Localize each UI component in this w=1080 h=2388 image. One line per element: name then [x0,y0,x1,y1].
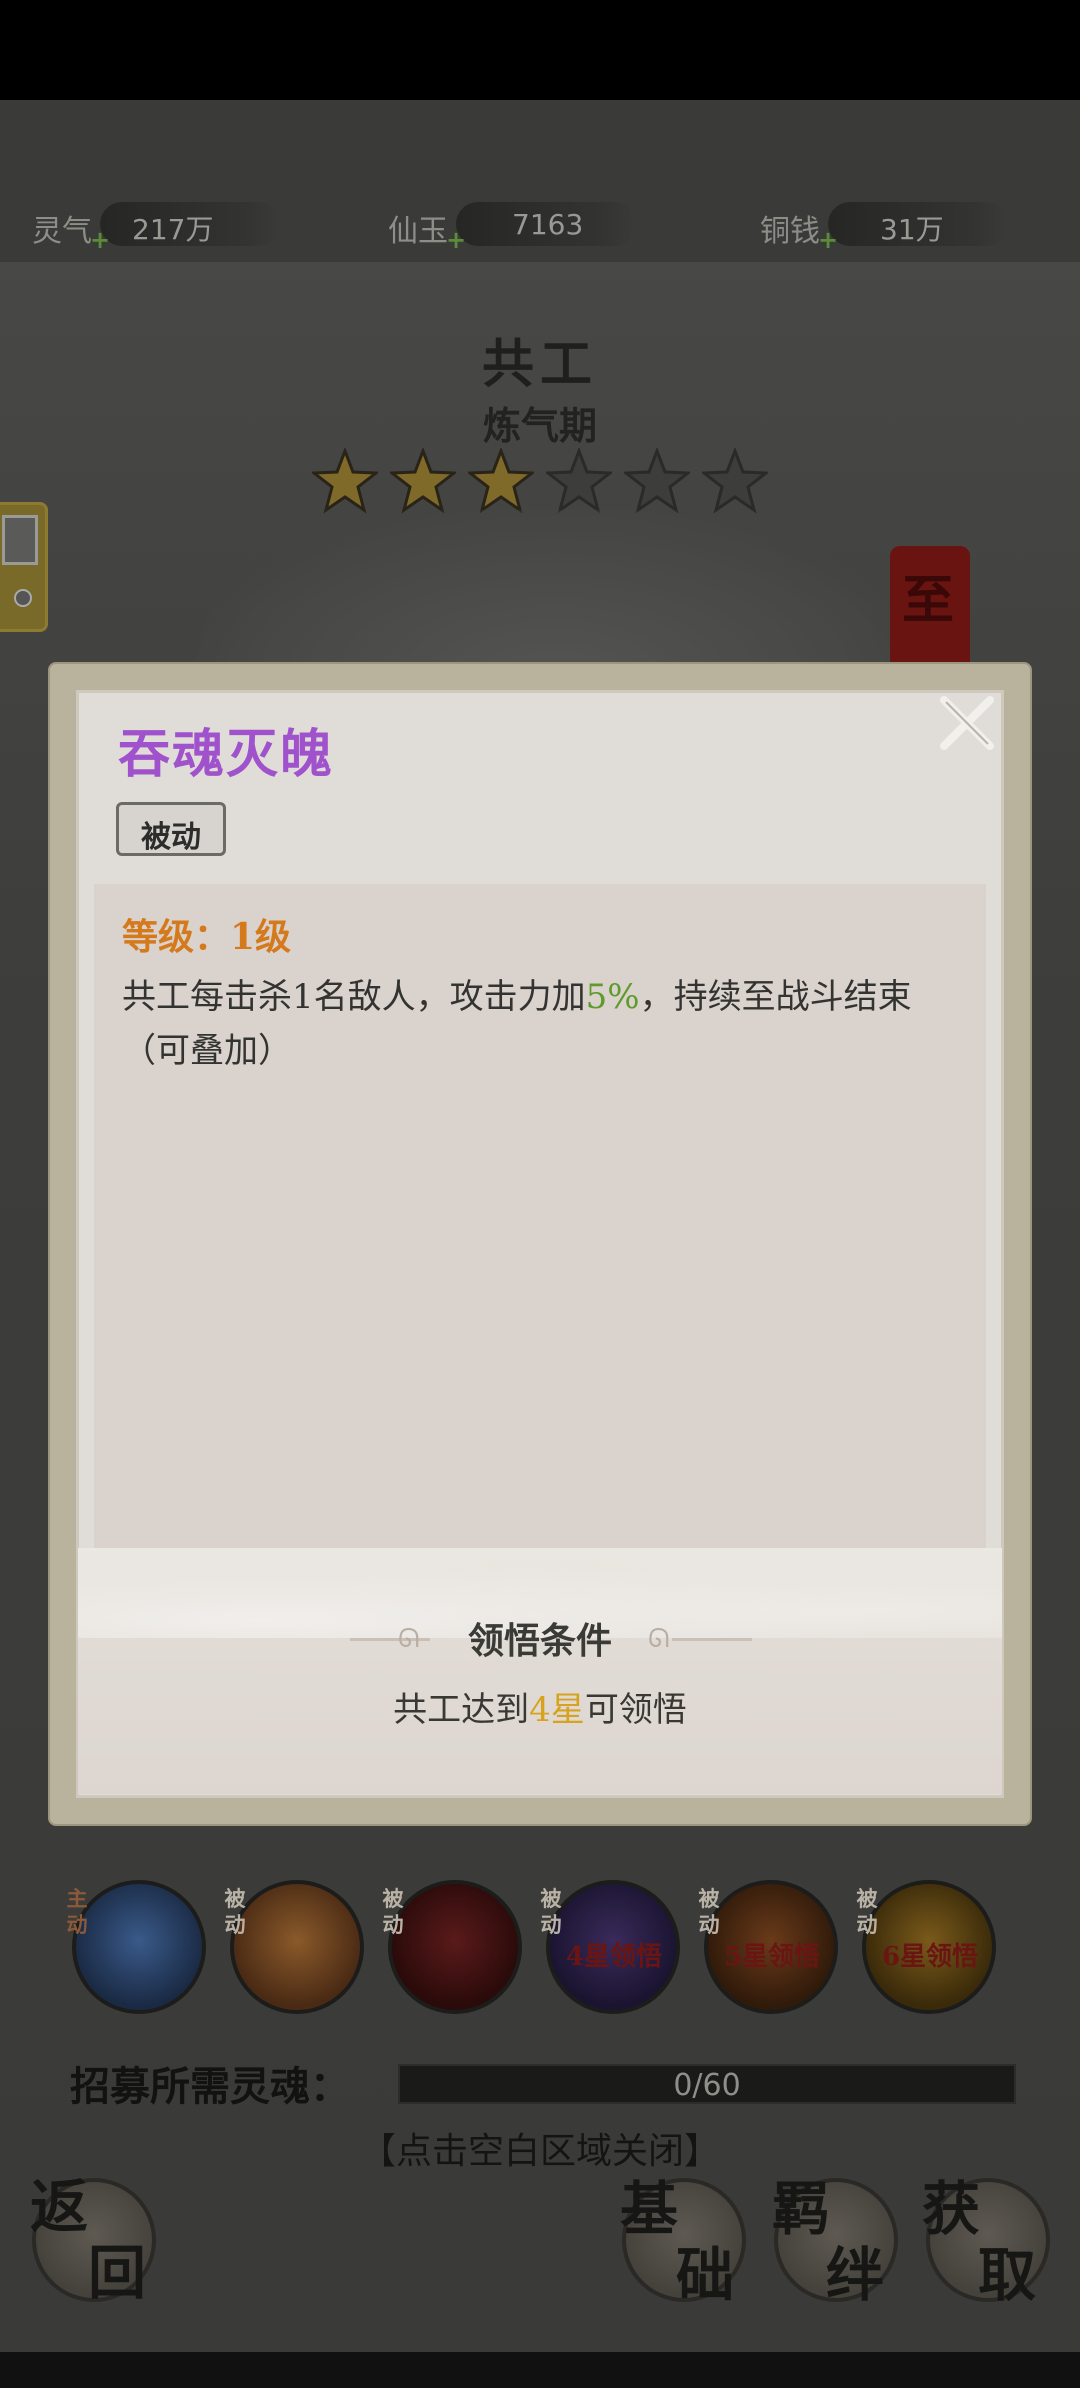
plus-icon[interactable]: + [818,226,838,254]
skill-level: 等级：1级 [122,916,292,958]
close-icon[interactable] [934,690,1000,756]
basic-button-char-1: 基 [620,2175,679,2243]
resource-value: 217万 [132,213,214,246]
progress-text: 0/60 [673,2068,741,2103]
plus-icon[interactable]: + [90,226,110,254]
back-button-char-2: 回 [88,2239,147,2307]
condition-text-pre: 共工达到 [393,1690,530,1730]
bond-button-char-1: 羁 [772,2175,831,2243]
skill-type-badge: 主动 [66,1887,88,1937]
skill-slot-3[interactable] [388,1880,522,2014]
side-menu-widget[interactable] [0,502,48,632]
widget-dot-icon [14,589,32,607]
resource-value: 31万 [880,213,944,246]
soul-progress-bar: 0/60 [398,2064,1016,2104]
status-bar-area [0,0,1080,100]
basic-button-char-2: 础 [676,2241,735,2309]
widget-screen-icon [2,515,38,565]
banner-char: 至 [902,570,955,631]
plus-icon[interactable]: + [446,226,466,254]
skill-slot-2[interactable] [230,1880,364,2014]
navigation-bar-area [0,2352,1080,2388]
skill-slot-1[interactable] [72,1880,206,2014]
recruit-label: 招募所需灵魂： [70,2063,350,2110]
star-filled-icon [312,448,378,514]
star-filled-icon [468,448,534,514]
resource-lingqi[interactable]: 灵气 + 217万 [30,202,280,254]
condition-value: 4星 [529,1690,585,1730]
skill-unlock-requirement: 4星领悟 [565,1942,663,1972]
star-empty-icon [702,448,768,514]
desc-value: 5% [585,977,640,1017]
obtain-button-char-2: 取 [978,2241,1037,2309]
hero-name: 共工 [481,334,598,395]
skill-type-label: 被动 [141,820,201,855]
resource-name: 灵气 [32,214,92,249]
resource-tongqian[interactable]: 铜钱 + 31万 [758,202,1008,254]
skill-type-badge: 被动 [224,1887,246,1937]
back-button-char-1: 返 [30,2173,89,2241]
condition-title: 领悟条件 [467,1620,612,1662]
bond-button-char-2: 绊 [826,2241,885,2309]
hero-portrait-decoration [195,510,915,680]
skill-type-badge: 被动 [382,1887,404,1937]
skill-description: 共工每击杀1名敌人，攻击力加5%，持续至战斗结束（可叠加） [122,970,922,1078]
resource-value: 7163 [512,208,584,241]
obtain-button-char-1: 获 [922,2175,981,2243]
resource-name: 铜钱 [760,214,820,249]
condition-text: 共工达到4星可领悟 [0,1682,1080,1731]
desc-text: 共工每击杀1名敌人，攻击力加 [122,977,586,1017]
skill-unlock-requirement: 5星领悟 [723,1942,821,1972]
condition-text-post: 可领悟 [584,1690,687,1730]
close-hint: 【点击空白区域关闭】 [359,2131,720,2172]
star-empty-icon [624,448,690,514]
star-filled-icon [390,448,456,514]
hero-realm: 炼气期 [482,403,597,448]
hero-rank-banner: 至 [890,546,970,666]
resource-name: 仙玉 [388,214,448,249]
skill-unlock-requirement: 6星领悟 [881,1942,979,1972]
skill-type-tag: 被动 [116,802,226,856]
star-empty-icon [546,448,612,514]
resource-xianyu[interactable]: 仙玉 + 7163 [386,202,636,254]
skill-name: 吞魂灭魄 [118,724,335,785]
